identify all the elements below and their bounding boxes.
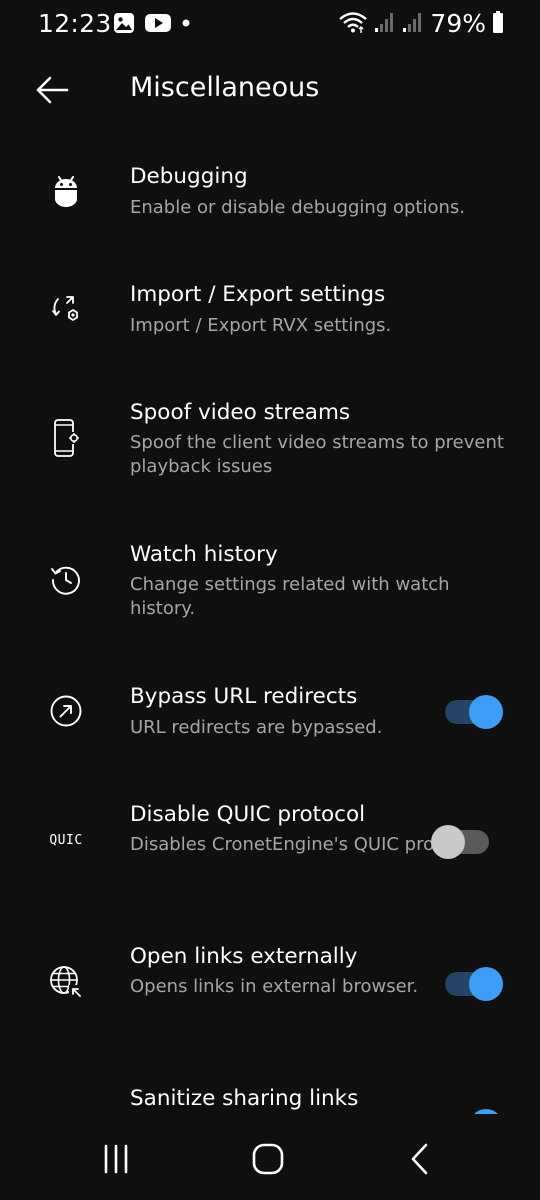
recents-button[interactable] [86, 1136, 146, 1182]
battery-icon [492, 10, 504, 38]
signal-icon [374, 10, 396, 38]
open-links-externally-toggle[interactable] [441, 961, 503, 1001]
back-button[interactable] [24, 62, 80, 118]
toggle-thumb [469, 695, 503, 729]
signal-icon [402, 10, 424, 38]
disable-quic-toggle[interactable] [431, 819, 493, 859]
item-title: Sanitize sharing links [130, 1086, 359, 1111]
nav-back-icon [411, 1143, 428, 1175]
phone-settings-icon [40, 412, 92, 464]
item-title: Disable QUIC protocol [130, 802, 366, 827]
system-navigation-bar [0, 1114, 540, 1200]
setting-disable-quic-protocol[interactable]: QUIC Disable QUIC protocol Disables Cron… [0, 788, 540, 918]
status-bar: 12:23 79% [0, 0, 540, 50]
toggle-thumb [431, 825, 465, 859]
sanitize-sharing-links-toggle[interactable] [441, 1103, 503, 1114]
setting-watch-history[interactable]: Watch history Change settings related wi… [0, 528, 540, 658]
item-summary: Change settings related with watch histo… [130, 574, 450, 619]
app-bar: Miscellaneous [0, 50, 540, 130]
setting-import-export[interactable]: Import / Export settings Import / Export… [0, 268, 540, 378]
setting-bypass-url-redirects[interactable]: Bypass URL redirects URL redirects are b… [0, 670, 540, 780]
youtube-icon [144, 12, 172, 38]
item-title: Import / Export settings [130, 282, 386, 307]
status-time: 12:23 [38, 9, 112, 38]
setting-sanitize-sharing-links[interactable]: Sanitize sharing links [0, 1072, 540, 1114]
back-arrow-icon [36, 76, 69, 104]
home-button[interactable] [238, 1136, 298, 1182]
item-summary: Spoof the client video streams to preven… [130, 432, 504, 477]
setting-open-links-externally[interactable]: Open links externally Opens links in ext… [0, 930, 540, 1060]
setting-spoof-video-streams[interactable]: Spoof video streams Spoof the client vid… [0, 386, 540, 516]
nav-back-button[interactable] [390, 1136, 450, 1182]
item-title: Spoof video streams [130, 400, 351, 425]
bypass-url-redirects-toggle[interactable] [441, 689, 503, 729]
status-notification-icons [113, 12, 191, 38]
gallery-icon [113, 12, 135, 38]
item-summary: Import / Export RVX settings. [130, 315, 392, 336]
recents-icon [104, 1144, 128, 1174]
import-export-icon [40, 283, 92, 335]
item-title: Open links externally [130, 944, 358, 969]
status-system-icons: 79% [338, 9, 504, 38]
quic-icon-label: QUIC [49, 832, 83, 848]
item-title: Debugging [130, 164, 248, 189]
wifi-icon [338, 10, 368, 38]
arrow-circle-icon [40, 685, 92, 737]
globe-icon [40, 956, 92, 1008]
page-title: Miscellaneous [130, 72, 320, 103]
home-icon [252, 1143, 284, 1175]
history-icon [40, 554, 92, 606]
notification-dot-icon [181, 12, 191, 38]
setting-debugging[interactable]: Debugging Enable or disable debugging op… [0, 150, 540, 260]
battery-percentage: 79% [430, 9, 486, 38]
item-title: Watch history [130, 542, 278, 567]
quic-icon: QUIC [40, 814, 92, 866]
item-summary: Enable or disable debugging options. [130, 197, 465, 218]
toggle-thumb [469, 967, 503, 1001]
android-icon [40, 165, 92, 217]
item-title: Bypass URL redirects [130, 684, 358, 709]
